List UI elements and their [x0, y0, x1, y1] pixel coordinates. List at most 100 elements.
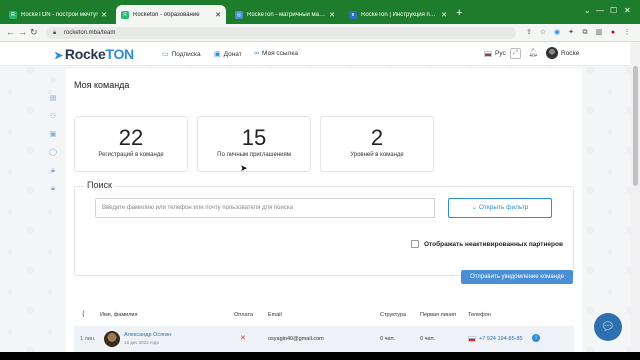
sidebar: ◌ ▤ ⚇ ▣ ◯ 🔒︎ 🔒︎	[46, 68, 60, 208]
stat-label: По личным приглашениям	[217, 152, 291, 158]
row-structure: 0 чел.	[380, 336, 396, 342]
logo-accent-text: TON	[105, 46, 134, 62]
logo-text: Rocke	[64, 46, 106, 62]
close-icon[interactable]: ✕	[441, 11, 447, 19]
row-date: 18 дек 2022 года	[124, 340, 159, 345]
search-title: Поиск	[84, 180, 115, 190]
page-title: Моя команда	[74, 80, 130, 90]
lightbulb-icon[interactable]: ◌	[48, 76, 58, 86]
browser-tab-active[interactable]: R Rocketon - образование ✕	[116, 5, 226, 24]
checkbox[interactable]	[411, 240, 419, 248]
column-header-structure[interactable]: Структура	[380, 312, 406, 318]
paper-plane-icon: ➤	[54, 50, 63, 62]
reload-icon[interactable]: ↻	[30, 27, 38, 38]
share-icon[interactable]: ⟨	[82, 310, 85, 318]
stat-card-personal-invites: 15 По личным приглашениям	[197, 116, 311, 172]
lock-icon[interactable]: 🔒︎	[48, 184, 58, 194]
profile-icon[interactable]: ●	[608, 28, 618, 38]
avatar	[104, 331, 120, 347]
extension-icon[interactable]: ✦	[566, 28, 576, 38]
site-logo[interactable]: ➤ RockeTON	[54, 46, 134, 62]
row-level: 1 лин.	[80, 336, 96, 342]
column-header-phone[interactable]: Телефон	[468, 312, 491, 318]
row-name-link[interactable]: Александр Осягин	[124, 332, 171, 338]
expand-icon[interactable]: ⤢	[510, 48, 521, 59]
rocketon-favicon-icon: R	[121, 10, 129, 19]
team-icon[interactable]: ⚇	[48, 112, 58, 122]
chevron-down-icon: ⌄	[471, 204, 479, 211]
tab-label: RockeTon | Инструкция по заре	[361, 11, 438, 18]
vpn-extension-icon[interactable]: ◉	[552, 28, 562, 38]
star-icon[interactable]: ☆	[538, 28, 548, 38]
tab-label: RockeTon - матричный маркет	[247, 11, 327, 18]
website: ➤ RockeTON ▭ Подписка ▣ Донат ∞ Моя ссылка Р…	[0, 42, 640, 352]
language-label: Рус	[495, 50, 506, 57]
mouse-cursor-icon: ➤	[240, 163, 248, 173]
close-icon[interactable]: ✕	[101, 11, 107, 19]
stat-label: Регистраций в команде	[98, 152, 164, 158]
puzzle-icon[interactable]: ⧉	[580, 28, 590, 38]
vk-favicon-icon: в	[349, 10, 357, 19]
sidepanel-icon[interactable]: ▥	[594, 28, 604, 38]
table-header: ⟨ Имя, фамилия Оплата Email Структура Пе…	[74, 308, 574, 322]
rocketon-favicon-icon: R	[9, 10, 17, 19]
tab-label: RockeTON - построй мечту!	[21, 11, 98, 18]
info-icon[interactable]: i	[532, 334, 540, 342]
browser-tab[interactable]: R RockeTON - построй мечту! ✕	[4, 5, 112, 24]
column-header-payment[interactable]: Оплата	[234, 312, 253, 318]
column-header-email[interactable]: Email	[268, 312, 282, 318]
stat-label: Уровней в команде	[350, 152, 404, 158]
search-input[interactable]: Введите фамилию или телефон или почту по…	[95, 198, 435, 218]
column-header-name[interactable]: Имя, фамилия	[100, 312, 137, 318]
chat-widget-icon[interactable]: 💬︎	[594, 313, 622, 341]
browser-tab[interactable]: ◎ RockeTon - матричный маркет ✕	[230, 5, 340, 24]
stat-card-registrations: 22 Регистраций в команде	[74, 116, 188, 172]
nav-label: Подписка	[171, 50, 201, 58]
forward-icon[interactable]: →	[18, 27, 27, 37]
checkbox-label: Отображать неактивированных партнеров	[424, 240, 563, 248]
table-row[interactable]: 1 лин. Александр Осягин 18 дек 2022 года…	[74, 326, 574, 352]
menu-dots-icon[interactable]: ⋮	[622, 28, 632, 38]
close-window-icon[interactable]: ✕	[624, 6, 631, 15]
payment-status-icon: ✕	[240, 335, 246, 342]
nav-label: Моя ссылка	[262, 50, 298, 57]
wallet-icon[interactable]: ▣	[48, 130, 58, 140]
stat-card-levels: 2 Уровней в команде	[320, 116, 434, 172]
filter-button-label: Открыть фильтр	[478, 204, 529, 211]
bell-icon[interactable]: 🔔︎	[528, 48, 539, 59]
document-icon[interactable]: ▤	[48, 94, 58, 104]
column-header-first-line[interactable]: Первая линия	[420, 312, 456, 318]
address-bar: ← → ↻ 🔒︎ rocketon.mba/team ⇪ ☆ ◉ ✦ ⧉ ▥ ●…	[0, 24, 640, 42]
chevron-down-icon[interactable]: ⌄	[584, 6, 591, 15]
gift-icon: ▣	[214, 51, 221, 58]
nav-my-link[interactable]: ∞ Моя ссылка	[254, 50, 298, 57]
close-icon[interactable]: ✕	[329, 11, 335, 19]
maximize-icon[interactable]: ☐	[610, 6, 617, 15]
chat-icon[interactable]: ◯	[48, 148, 58, 158]
russia-flag-icon	[468, 336, 476, 342]
lock-icon[interactable]: 🔒︎	[53, 27, 56, 39]
back-icon[interactable]: ←	[6, 27, 15, 37]
stat-value: 2	[370, 125, 384, 150]
browser-tab[interactable]: в RockeTon | Инструкция по заре ✕	[344, 5, 452, 24]
send-team-notification-button[interactable]: Отправить уведомление команде	[461, 270, 573, 284]
nav-label: Донат	[223, 50, 242, 58]
scrollbar-thumb[interactable]	[633, 66, 638, 186]
close-icon[interactable]: ✕	[215, 11, 221, 19]
url-field[interactable]: 🔒︎ rocketon.mba/team	[46, 27, 516, 39]
language-selector[interactable]: Рус	[484, 50, 506, 57]
nav-donate[interactable]: ▣ Донат	[214, 50, 242, 59]
new-tab-icon[interactable]: +	[456, 8, 462, 19]
open-filter-button[interactable]: ⌄ Открыть фильтр	[448, 198, 552, 218]
nav-subscription[interactable]: ▭ Подписка	[162, 50, 201, 59]
row-email: osyagin40@gmail.com	[268, 336, 324, 342]
avatar[interactable]	[546, 47, 558, 59]
url-text: rocketon.mba/team	[64, 30, 116, 36]
share-icon[interactable]: ⇪	[524, 28, 534, 38]
username[interactable]: Rocke	[561, 50, 579, 57]
minimize-icon[interactable]: —	[596, 6, 604, 15]
show-inactive-partners-checkbox[interactable]: Отображать неактивированных партнеров	[411, 240, 563, 248]
lock-icon[interactable]: 🔒︎	[48, 166, 58, 176]
russia-flag-icon	[484, 50, 492, 57]
row-first-line: 0 чел.	[420, 336, 436, 342]
